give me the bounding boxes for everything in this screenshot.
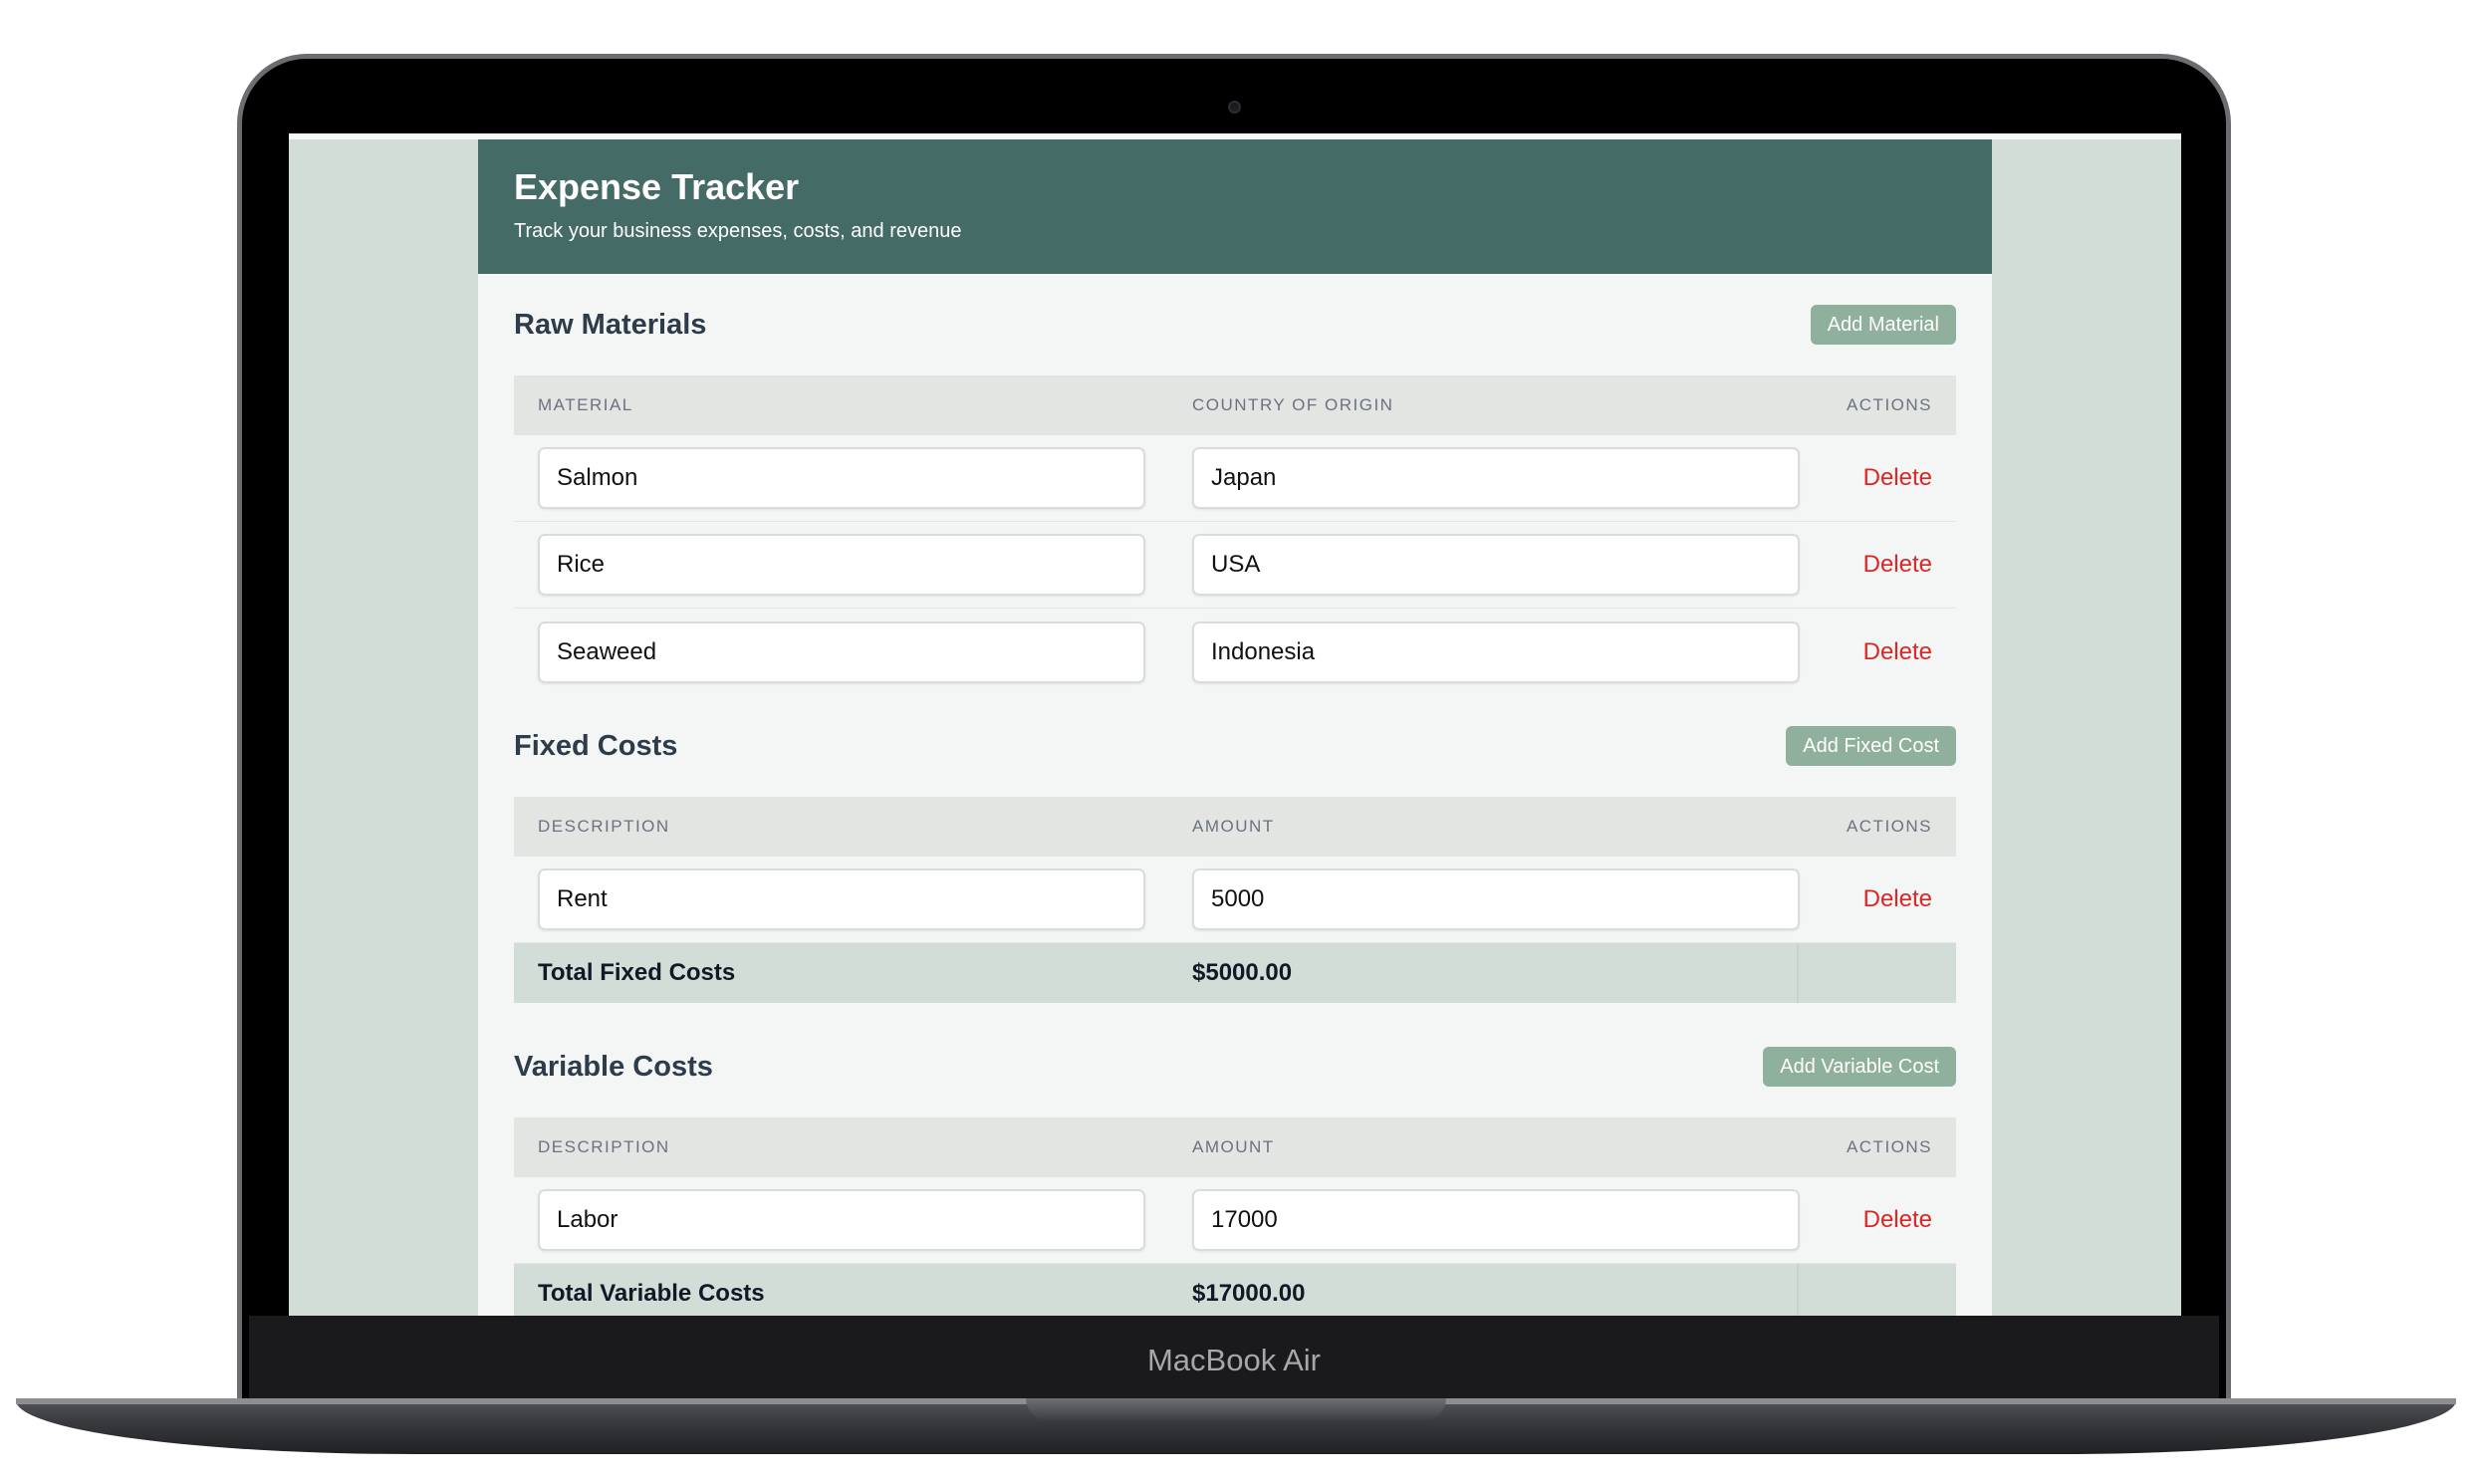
raw-materials-section: Raw Materials Add Material MATERIAL COUN… — [478, 274, 1992, 695]
total-empty-cell — [1797, 943, 1956, 1003]
description-input[interactable] — [538, 1189, 1145, 1251]
total-row: Total Variable Costs $17000.00 — [514, 1264, 1956, 1316]
raw-materials-table: MATERIAL COUNTRY OF ORIGIN ACTIONS Delet… — [514, 375, 1956, 695]
laptop-notch — [1026, 1398, 1446, 1420]
delete-button[interactable]: Delete — [1863, 1206, 1932, 1234]
total-empty-cell — [1797, 1264, 1956, 1316]
material-input[interactable] — [538, 447, 1145, 509]
material-input[interactable] — [538, 620, 1145, 683]
table-row: Delete — [514, 609, 1956, 695]
table-row: Delete — [514, 857, 1956, 943]
table-row: Delete — [514, 522, 1956, 609]
variable-costs-header: Variable Costs Add Variable Cost — [514, 1016, 1956, 1117]
material-input[interactable] — [538, 534, 1145, 596]
table-header: MATERIAL COUNTRY OF ORIGIN ACTIONS — [514, 375, 1956, 435]
variable-costs-section: Variable Costs Add Variable Cost DESCRIP… — [478, 1016, 1992, 1316]
country-input[interactable] — [1192, 620, 1800, 683]
amount-input[interactable] — [1192, 868, 1800, 930]
variable-costs-table: DESCRIPTION AMOUNT ACTIONS Delete Total … — [514, 1117, 1956, 1316]
add-variable-cost-button[interactable]: Add Variable Cost — [1763, 1047, 1956, 1087]
fixed-costs-header: Fixed Costs Add Fixed Cost — [514, 695, 1956, 797]
raw-materials-title: Raw Materials — [514, 308, 707, 341]
description-input[interactable] — [538, 868, 1145, 930]
column-header-actions: ACTIONS — [1846, 817, 1932, 836]
delete-button[interactable]: Delete — [1863, 638, 1932, 666]
delete-button[interactable]: Delete — [1863, 464, 1932, 492]
table-row: Delete — [514, 435, 1956, 522]
fixed-costs-table: DESCRIPTION AMOUNT ACTIONS Delete Total … — [514, 797, 1956, 1003]
add-fixed-cost-button[interactable]: Add Fixed Cost — [1786, 726, 1956, 766]
screen: Expense Tracker Track your business expe… — [289, 133, 2181, 1316]
add-material-button[interactable]: Add Material — [1810, 305, 1956, 345]
fixed-costs-section: Fixed Costs Add Fixed Cost DESCRIPTION A… — [478, 695, 1992, 1003]
column-header-material: MATERIAL — [538, 395, 633, 414]
total-value: $17000.00 — [1192, 1280, 1306, 1307]
table-row: Delete — [514, 1177, 1956, 1264]
country-input[interactable] — [1192, 534, 1800, 596]
camera-icon — [1228, 101, 1241, 114]
amount-input[interactable] — [1192, 1189, 1800, 1251]
raw-materials-header: Raw Materials Add Material — [514, 274, 1956, 375]
app-header: Expense Tracker Track your business expe… — [478, 139, 1992, 274]
fixed-costs-title: Fixed Costs — [514, 729, 678, 762]
table-header: DESCRIPTION AMOUNT ACTIONS — [514, 797, 1956, 857]
delete-button[interactable]: Delete — [1863, 885, 1932, 913]
device-brand-label: MacBook Air — [1146, 1343, 1321, 1377]
column-header-actions: ACTIONS — [1846, 395, 1932, 414]
country-input[interactable] — [1192, 447, 1800, 509]
delete-button[interactable]: Delete — [1863, 551, 1932, 579]
total-label: Total Fixed Costs — [538, 959, 736, 986]
column-header-amount: AMOUNT — [1192, 1137, 1275, 1156]
expense-tracker-app: Expense Tracker Track your business expe… — [478, 139, 1992, 1316]
table-header: DESCRIPTION AMOUNT ACTIONS — [514, 1117, 1956, 1177]
total-label: Total Variable Costs — [538, 1280, 765, 1307]
variable-costs-title: Variable Costs — [514, 1050, 713, 1083]
column-header-description: DESCRIPTION — [538, 817, 670, 836]
column-header-actions: ACTIONS — [1846, 1137, 1932, 1156]
total-row: Total Fixed Costs $5000.00 — [514, 943, 1956, 1003]
page-title: Expense Tracker — [514, 166, 800, 207]
column-header-country: COUNTRY OF ORIGIN — [1192, 395, 1394, 414]
page-subtitle: Track your business expenses, costs, and… — [514, 220, 962, 242]
column-header-description: DESCRIPTION — [538, 1137, 670, 1156]
total-value: $5000.00 — [1192, 959, 1293, 986]
column-header-amount: AMOUNT — [1192, 817, 1275, 836]
